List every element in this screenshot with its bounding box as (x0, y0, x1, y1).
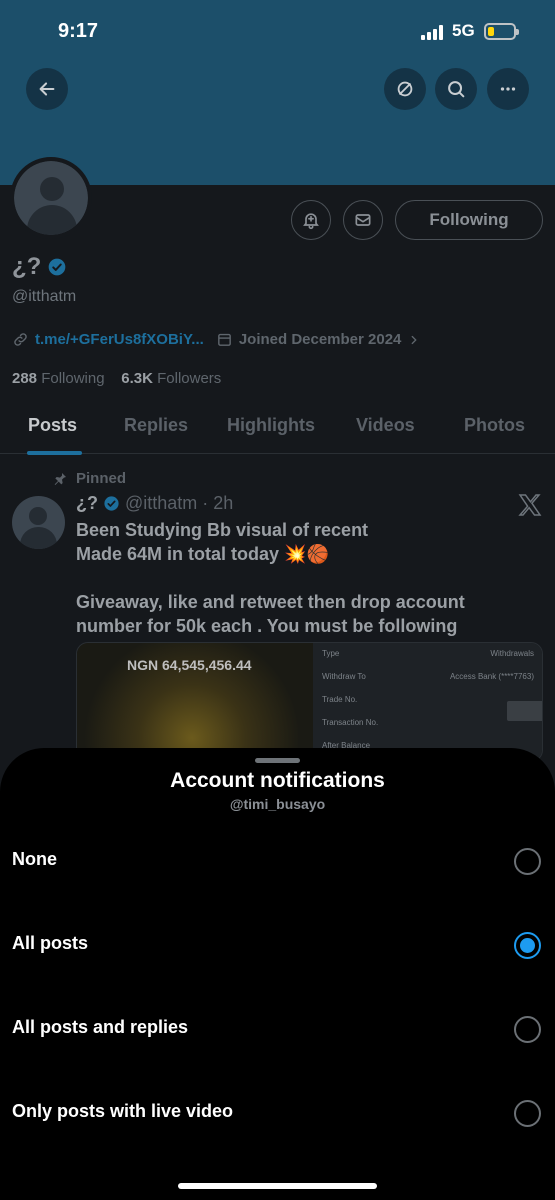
status-time: 9:17 (58, 20, 99, 42)
post-line: Been Studying Bb visual of recent (76, 520, 369, 540)
post-body: Been Studying Bb visual of recent Made 6… (76, 518, 516, 638)
active-tab-indicator (27, 451, 82, 455)
receipt-label: Trade No. (322, 695, 358, 704)
message-button[interactable] (343, 200, 383, 240)
receipt-value: Access Bank (****7763) (449, 672, 534, 681)
account-notifications-sheet: Account notifications @timi_busayo None … (0, 748, 555, 1200)
verified-badge-icon (48, 258, 66, 276)
status-bar: 9:17 5G (0, 0, 555, 60)
followers-stat[interactable]: 6.3K Followers (121, 370, 221, 387)
follow-stats: 288 Following 6.3K Followers (12, 370, 221, 387)
post-author-name[interactable]: ¿? (76, 493, 98, 514)
profile-link[interactable]: t.me/+GFerUs8fXOBiY... (35, 331, 204, 348)
search-icon (448, 81, 465, 98)
receipt-label: Transaction No. (322, 718, 379, 727)
receipt-label: Type (322, 649, 340, 658)
joined-date: Joined December 2024 (238, 331, 402, 348)
back-button[interactable] (26, 68, 68, 110)
tab-posts[interactable]: Posts (28, 415, 77, 436)
redaction (507, 701, 542, 721)
display-name-row: ¿? (12, 253, 67, 281)
receipt-label: Withdraw To (322, 672, 366, 681)
arrow-left-icon (39, 82, 55, 96)
post-handle-time: @itthatm · 2h (125, 493, 234, 513)
chevron-right-icon[interactable] (407, 333, 421, 347)
search-button[interactable] (435, 68, 477, 110)
tab-highlights[interactable]: Highlights (227, 415, 315, 436)
pin-icon (54, 472, 66, 485)
media-amount: NGN 64,545,456.44 (127, 657, 252, 673)
profile-handle: @itthatm (12, 288, 77, 305)
display-name: ¿? (12, 253, 42, 280)
tab-replies[interactable]: Replies (124, 415, 188, 436)
notifications-bell-button[interactable] (291, 200, 331, 240)
tab-videos[interactable]: Videos (356, 415, 415, 436)
following-stat[interactable]: 288 Following (12, 370, 105, 387)
signal-icon (421, 24, 447, 40)
following-button[interactable]: Following (395, 200, 543, 240)
receipt-value: Withdrawals (490, 649, 534, 658)
mail-icon (355, 214, 371, 226)
sheet-subtitle: @timi_busayo (229, 796, 326, 812)
option-all-posts[interactable]: All posts (0, 903, 555, 987)
option-label: Only posts with live video (12, 1101, 234, 1121)
radio-button[interactable] (514, 848, 541, 875)
media-receipt: Type Withdrawals Withdraw To Access Bank… (313, 643, 542, 761)
post-line: Giveaway, like and retweet then drop acc… (76, 592, 465, 636)
x-logo-icon (518, 494, 542, 516)
battery-icon (484, 23, 519, 40)
radio-button-selected[interactable] (514, 932, 541, 959)
option-all-posts-and-replies[interactable]: All posts and replies (0, 987, 555, 1071)
home-indicator[interactable] (178, 1183, 377, 1189)
option-label: None (12, 849, 57, 869)
more-button[interactable] (487, 68, 529, 110)
option-live-video[interactable]: Only posts with live video (0, 1071, 555, 1155)
network-type: 5G (452, 21, 475, 40)
verified-badge-icon (104, 496, 119, 511)
grok-icon (397, 81, 413, 97)
post-line (76, 566, 516, 590)
sheet-grabber[interactable] (255, 758, 300, 763)
post-media[interactable]: NGN 64,545,456.44 Type Withdrawals Withd… (76, 642, 543, 762)
tab-photos[interactable]: Photos (464, 415, 525, 436)
profile-tabs: Posts Replies Highlights Videos Photos (0, 408, 555, 455)
bell-plus-icon (303, 213, 319, 230)
radio-button[interactable] (514, 1016, 541, 1043)
calendar-icon (217, 333, 231, 346)
profile-avatar[interactable] (10, 157, 92, 239)
profile-meta: t.me/+GFerUs8fXOBiY... Joined December 2… (12, 331, 421, 348)
more-icon (500, 87, 516, 91)
grok-button[interactable] (384, 68, 426, 110)
sheet-title: Account notifications (170, 769, 385, 792)
pinned-label: Pinned (52, 470, 126, 487)
post-line: Made 64M in total today 💥🏀 (76, 544, 329, 564)
media-image-left: NGN 64,545,456.44 (77, 643, 313, 761)
radio-button[interactable] (514, 1100, 541, 1127)
option-label: All posts (12, 933, 89, 953)
post-header: ¿? @itthatm · 2h (76, 493, 233, 514)
option-label: All posts and replies (12, 1017, 189, 1037)
post-author-avatar[interactable] (12, 496, 65, 549)
link-icon (14, 333, 27, 346)
option-none[interactable]: None (0, 819, 555, 903)
